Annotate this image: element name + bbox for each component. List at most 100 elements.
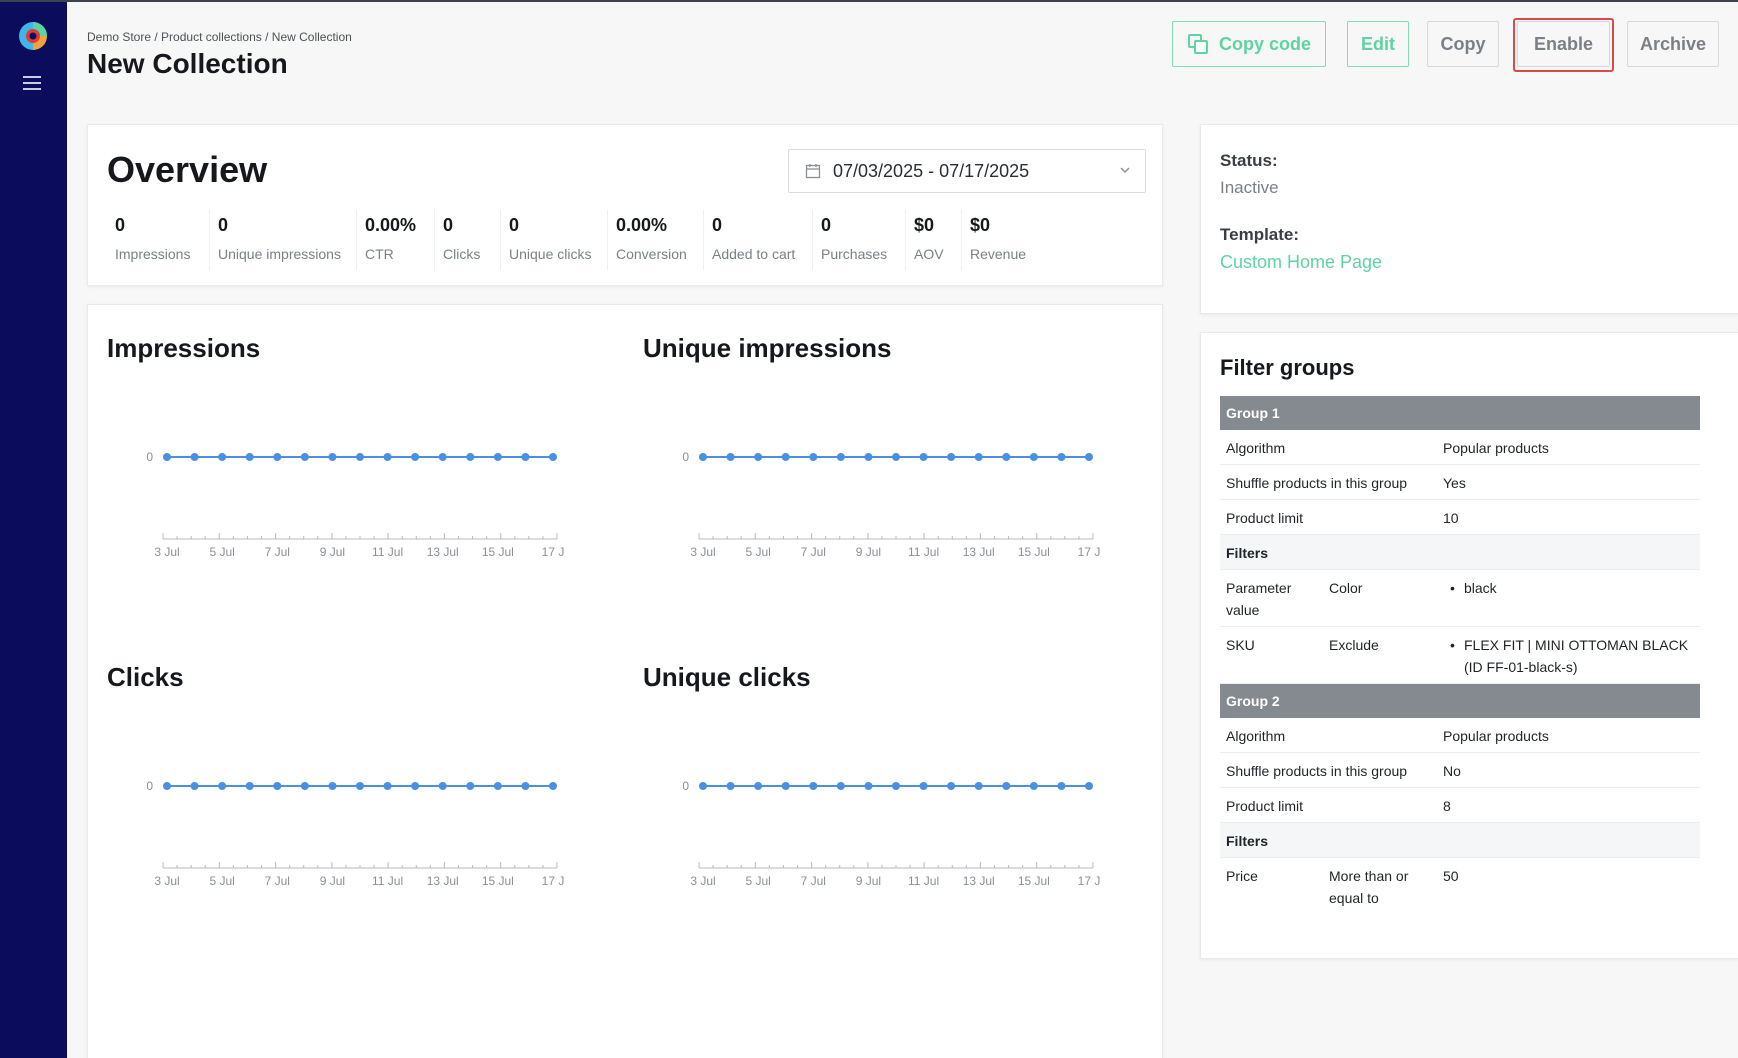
x-tick-label: 17 J xyxy=(1078,545,1101,559)
metric-value: 0 xyxy=(115,215,126,235)
product-limit-value: 8 xyxy=(1443,798,1451,814)
data-point xyxy=(245,453,254,461)
table-row: Algorithm Popular products xyxy=(1220,718,1700,753)
data-point xyxy=(356,453,364,461)
app-logo-icon[interactable] xyxy=(17,20,49,52)
hamburger-menu-icon[interactable] xyxy=(23,76,43,94)
date-range-picker[interactable]: 07/03/2025 - 07/17/2025 xyxy=(788,149,1146,193)
sku-value: FLEX FIT | MINI OTTOMAN BLACK (ID FF-01-b… xyxy=(1464,634,1688,678)
data-point xyxy=(273,782,282,790)
data-point xyxy=(438,782,447,790)
data-point xyxy=(1085,453,1093,461)
x-tick-label: 11 Jul xyxy=(372,545,403,559)
data-point xyxy=(781,453,790,461)
breadcrumb-store-link[interactable]: Demo Store xyxy=(87,30,151,44)
charts-card: Impressions 03 Jul 5 Jul 7 Jul 9 Jul 11 Jul 1… xyxy=(87,304,1163,1058)
data-point xyxy=(781,782,790,790)
overview-title: Overview xyxy=(107,149,268,190)
copy-button[interactable]: Copy xyxy=(1427,21,1499,67)
unique-clicks-chart: Unique clicks 03 Jul 5 Jul 7 Jul 9 Jul 11 Ju… xyxy=(643,662,1163,962)
enable-button[interactable]: Enable xyxy=(1517,21,1610,67)
data-point xyxy=(754,782,763,790)
breadcrumb-separator: / xyxy=(261,30,272,44)
breadcrumb-current: New Collection xyxy=(271,30,352,44)
data-point xyxy=(411,782,420,790)
data-point xyxy=(947,782,956,790)
table-row: Price More than or equal to 50 xyxy=(1220,858,1700,915)
algorithm-value: Popular products xyxy=(1443,728,1549,744)
x-tick-label: 3 Jul xyxy=(154,874,179,888)
sku-value-line2: (ID FF-01-black-s) xyxy=(1464,659,1578,675)
data-point xyxy=(245,782,254,790)
metric-value: $0 xyxy=(970,215,991,235)
metric-label: Added to cart xyxy=(712,246,796,262)
page-title: New Collection xyxy=(87,48,288,79)
group-header-label: Group 1 xyxy=(1226,405,1280,421)
metric-unique-clicks: 0 Unique clicks xyxy=(500,210,591,270)
filters-subheader: Filters xyxy=(1220,823,1700,858)
data-point xyxy=(919,453,928,461)
metric-value: 0.00% xyxy=(616,215,668,235)
main-content: Demo Store / Product collections / New C… xyxy=(67,2,1738,1058)
metric-label: CTR xyxy=(365,246,394,262)
metric-impressions: 0 Impressions xyxy=(107,210,190,270)
metric-value: 0 xyxy=(218,215,229,235)
breadcrumb-collections-link[interactable]: Product collections xyxy=(161,30,262,44)
metric-label: Revenue xyxy=(970,246,1027,262)
x-tick-label: 9 Jul xyxy=(856,874,881,888)
data-point xyxy=(356,782,364,790)
sku-label: SKU xyxy=(1226,637,1255,653)
data-point xyxy=(864,453,873,461)
edit-button[interactable]: Edit xyxy=(1347,21,1409,67)
data-point xyxy=(521,782,530,790)
template-link[interactable]: Custom Home Page xyxy=(1220,252,1382,273)
sku-mode: Exclude xyxy=(1329,637,1379,653)
group-header: Group 1 xyxy=(1220,396,1700,430)
filters-subheader: Filters xyxy=(1220,535,1700,570)
template-label: Template: xyxy=(1220,225,1300,244)
x-tick-label: 13 Jul xyxy=(427,545,459,559)
x-tick-label: 9 Jul xyxy=(320,545,345,559)
metric-ctr: 0.00% CTR xyxy=(356,210,416,270)
bullet: • xyxy=(1450,580,1455,596)
metric-value: 0 xyxy=(821,215,832,235)
table-row: Parameter value Color • black xyxy=(1220,570,1700,627)
price-value: 50 xyxy=(1443,868,1459,884)
table-row: Shuffle products in this group Yes xyxy=(1220,465,1700,500)
parameter-label-line2: value xyxy=(1226,602,1260,618)
metric-added-to-cart: 0 Added to cart xyxy=(703,210,795,270)
archive-button[interactable]: Archive xyxy=(1627,21,1719,67)
data-point xyxy=(1002,453,1011,461)
copy-code-button[interactable]: Copy code xyxy=(1172,21,1326,67)
data-point xyxy=(1029,453,1038,461)
metric-label: Purchases xyxy=(821,246,888,262)
product-limit-value: 10 xyxy=(1443,510,1459,526)
impressions-chart-plot: 0 3 Jul 5 Jul 7 Jul 9 Jul 11 Jul 13 Jul 15 Jul 1… xyxy=(146,450,564,559)
data-point xyxy=(466,453,475,461)
metric-value: 0.00% xyxy=(365,215,417,235)
status-value: Inactive xyxy=(1220,178,1279,197)
shuffle-value: Yes xyxy=(1443,475,1466,491)
metric-conversion: 0.00% Conversion xyxy=(607,210,687,270)
data-point xyxy=(190,453,199,461)
table-row: Product limit 8 xyxy=(1220,788,1700,823)
data-point xyxy=(754,453,763,461)
group-header: Group 2 xyxy=(1220,684,1700,718)
data-point xyxy=(300,453,309,461)
data-point xyxy=(974,782,983,790)
table-row: Algorithm Popular products xyxy=(1220,430,1700,465)
chevron-down-icon xyxy=(1120,167,1130,173)
data-point xyxy=(328,453,337,461)
metric-value: $0 xyxy=(914,215,935,235)
data-point xyxy=(726,782,735,790)
parameter-name: Color xyxy=(1329,580,1363,596)
shuffle-value: No xyxy=(1443,763,1461,779)
data-point xyxy=(892,782,900,790)
sidebar xyxy=(0,2,67,1058)
data-point xyxy=(1057,782,1066,790)
archive-label: Archive xyxy=(1639,33,1707,54)
data-point xyxy=(699,453,707,461)
breadcrumb: Demo Store / Product collections / New C… xyxy=(87,30,352,44)
data-point xyxy=(383,782,392,790)
data-point xyxy=(549,782,557,790)
